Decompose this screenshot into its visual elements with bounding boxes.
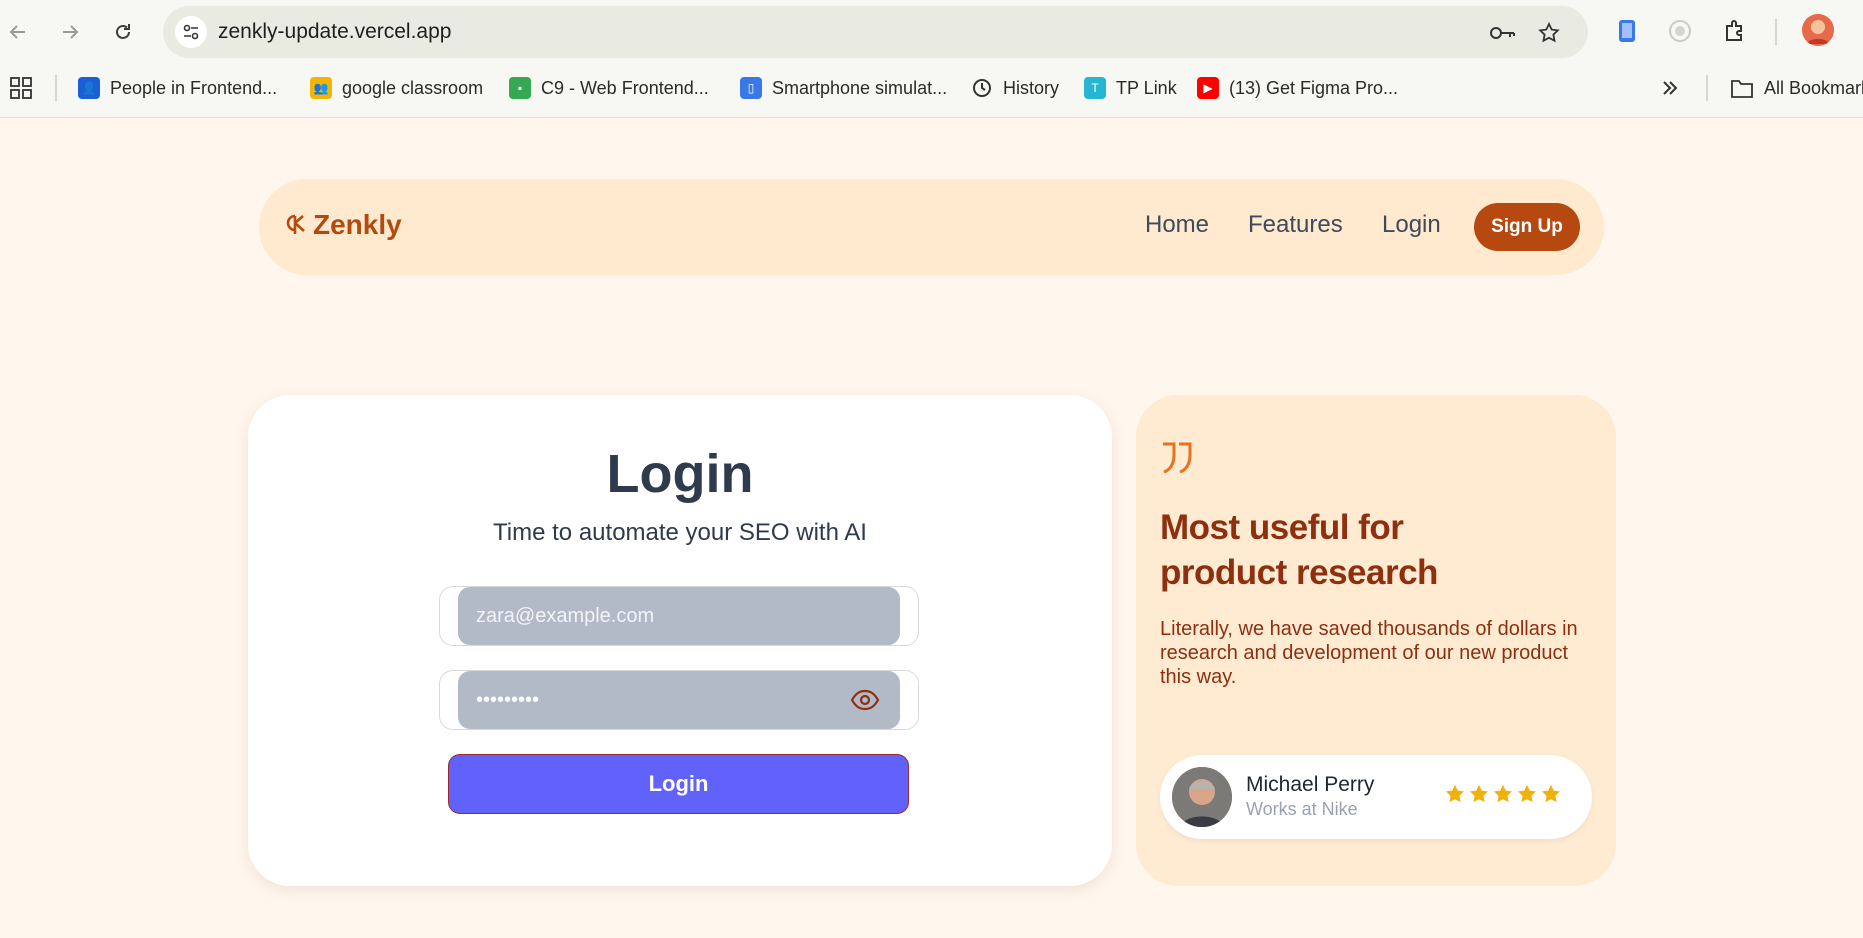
quote-icon xyxy=(1163,442,1192,474)
tplink-icon: T xyxy=(1084,77,1106,99)
nav-login-link[interactable]: Login xyxy=(1382,211,1441,239)
star-icon xyxy=(1470,784,1488,803)
star-icon xyxy=(1446,784,1464,803)
bookmark-smartphone-simulator[interactable]: ▯ Smartphone simulat... xyxy=(740,74,947,102)
email-field[interactable] xyxy=(458,587,900,645)
nav-home-link[interactable]: Home xyxy=(1145,211,1209,239)
extension-circle-button[interactable] xyxy=(1663,14,1697,48)
bookmark-label: TP Link xyxy=(1116,77,1177,98)
site-navbar: Zenkly Home Features Login Sign Up xyxy=(259,179,1604,275)
browser-chrome: zenkly-update.vercel.app 👤 People in Fro… xyxy=(0,0,1863,118)
back-arrow-icon xyxy=(9,25,25,39)
login-card: Login Time to automate your SEO with AI … xyxy=(248,395,1112,886)
zenkly-logo-icon xyxy=(286,214,305,234)
apps-grid-icon xyxy=(10,77,32,99)
login-submit-button[interactable]: Login xyxy=(448,754,909,814)
star-icon xyxy=(1494,784,1512,803)
bookmark-history[interactable]: History xyxy=(971,74,1059,102)
double-chevron-right-icon xyxy=(1663,81,1678,95)
bookmark-label: google classroom xyxy=(342,77,484,98)
author-role: Works at Nike xyxy=(1246,799,1358,819)
author-name: Michael Perry xyxy=(1246,773,1375,796)
bookmark-label: (13) Get Figma Pro... xyxy=(1229,77,1399,98)
bookmarks-divider-right xyxy=(1706,75,1708,101)
star-icon xyxy=(1542,784,1560,803)
contacts-icon: 👤 xyxy=(78,77,100,99)
testimonial-heading-line2: product research xyxy=(1160,553,1438,592)
tune-icon xyxy=(183,24,199,40)
puzzle-icon xyxy=(1726,20,1742,41)
bookmark-label: Smartphone simulat... xyxy=(772,77,948,98)
password-key-button[interactable] xyxy=(1488,18,1518,48)
testimonial-heading: Most useful for product research xyxy=(1160,505,1580,595)
chat-icon: ▪ xyxy=(509,77,531,99)
bookmark-figma-youtube[interactable]: ▶ (13) Get Figma Pro... xyxy=(1197,74,1398,102)
login-subtitle: Time to automate your SEO with AI xyxy=(493,519,867,546)
nav-features-link[interactable]: Features xyxy=(1248,211,1343,239)
avatar xyxy=(1172,767,1232,827)
brand-name: Zenkly xyxy=(313,209,402,240)
author-photo-icon xyxy=(1172,767,1232,827)
record-extension-icon xyxy=(1669,20,1691,42)
star-outline-icon xyxy=(1538,21,1560,43)
signup-button[interactable]: Sign Up xyxy=(1474,203,1580,251)
youtube-icon: ▶ xyxy=(1197,77,1219,99)
reload-icon xyxy=(116,24,130,39)
rating-stars xyxy=(1444,783,1562,805)
key-icon xyxy=(1490,27,1515,39)
extension-phone-button[interactable] xyxy=(1610,14,1644,48)
testimonial-body: Literally, we have saved thousands of do… xyxy=(1160,618,1578,688)
testimonial-card: Most useful for product research Literal… xyxy=(1136,395,1616,886)
bookmark-label: People in Frontend... xyxy=(110,77,278,98)
star-icon xyxy=(1518,784,1536,803)
bookmark-star-button[interactable] xyxy=(1534,18,1564,48)
phone-extension-icon xyxy=(1619,20,1635,42)
author-card: Michael Perry Works at Nike xyxy=(1160,755,1592,839)
bookmark-google-classroom[interactable]: 👥 google classroom xyxy=(310,74,483,102)
bookmarks-divider xyxy=(55,75,57,101)
toolbar-divider xyxy=(1775,19,1777,45)
bookmark-c9-web-frontend[interactable]: ▪ C9 - Web Frontend... xyxy=(509,74,709,102)
password-field-wrapper xyxy=(439,670,919,730)
classroom-icon: 👥 xyxy=(310,77,332,99)
eye-icon[interactable] xyxy=(850,687,880,713)
profile-avatar[interactable] xyxy=(1802,14,1834,46)
back-button[interactable] xyxy=(0,14,36,50)
url-text[interactable]: zenkly-update.vercel.app xyxy=(218,20,451,44)
profile-picture-icon xyxy=(1802,14,1834,46)
login-title: Login xyxy=(606,444,754,504)
forward-arrow-icon xyxy=(63,25,79,39)
bookmark-tp-link[interactable]: T TP Link xyxy=(1084,74,1177,102)
browser-toolbar: zenkly-update.vercel.app xyxy=(0,0,1863,64)
all-bookmarks-label: All Bookmarks xyxy=(1764,77,1863,98)
address-bar[interactable]: zenkly-update.vercel.app xyxy=(163,6,1588,58)
bookmark-label: History xyxy=(1003,77,1060,98)
bookmarks-bar: 👤 People in Frontend... 👥 google classro… xyxy=(0,70,1863,106)
bookmark-label: C9 - Web Frontend... xyxy=(541,77,709,98)
all-bookmarks-button[interactable]: All Bookmarks xyxy=(1730,74,1863,102)
folder-icon xyxy=(1731,80,1753,98)
reload-button[interactable] xyxy=(105,14,141,50)
site-info-button[interactable] xyxy=(175,16,207,48)
bookmark-people-frontend[interactable]: 👤 People in Frontend... xyxy=(78,74,277,102)
testimonial-heading-line1: Most useful for xyxy=(1160,508,1404,547)
password-field[interactable] xyxy=(458,671,900,729)
forward-button[interactable] xyxy=(52,14,88,50)
email-field-wrapper xyxy=(439,586,919,646)
history-icon xyxy=(973,79,991,97)
brand-logo[interactable]: Zenkly xyxy=(283,209,402,241)
phone-icon: ▯ xyxy=(740,77,762,99)
apps-button[interactable] xyxy=(10,74,32,102)
more-bookmarks-button[interactable] xyxy=(1660,74,1680,102)
extensions-button[interactable] xyxy=(1718,14,1752,48)
